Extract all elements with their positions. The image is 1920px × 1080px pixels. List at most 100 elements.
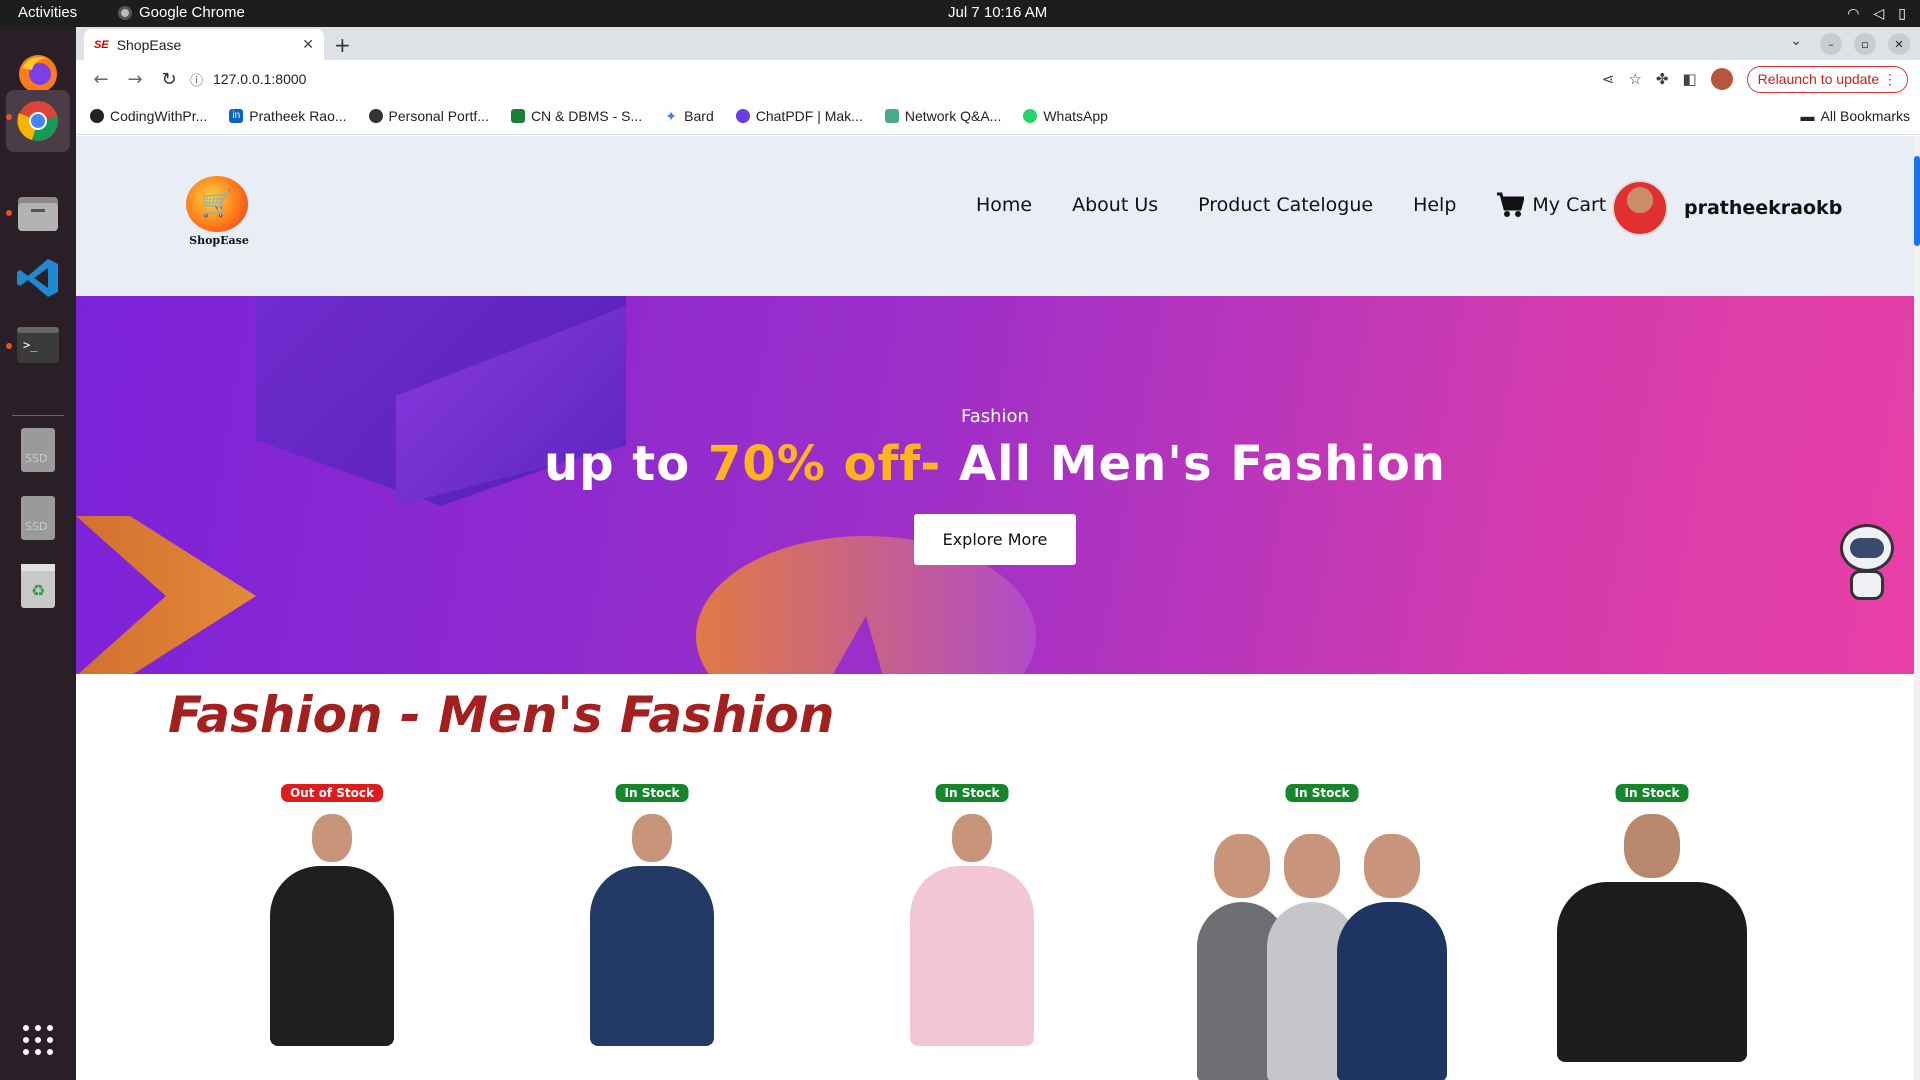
running-indicator (6, 210, 12, 216)
stock-badge: In Stock (1615, 784, 1689, 802)
svg-text:SSD: SSD (25, 452, 47, 465)
all-bookmarks-label: All Bookmarks (1820, 108, 1910, 124)
scroll-thumb[interactable] (1914, 156, 1920, 246)
ssd-drive-icon[interactable]: SSD (15, 495, 61, 541)
trash-icon[interactable]: ♻ (15, 563, 61, 609)
hero-category: Fashion (961, 406, 1029, 427)
bard-icon: ✦ (665, 108, 678, 124)
ssd-drive-icon[interactable]: SSD (15, 427, 61, 473)
address-bar[interactable]: ⓘ 127.0.0.1:8000 (176, 64, 1556, 94)
extensions-icon[interactable]: ✤ (1656, 70, 1669, 88)
svg-text:♻: ♻ (31, 581, 45, 600)
back-icon[interactable]: ← (92, 69, 110, 90)
bookmark-star-icon[interactable]: ☆ (1628, 70, 1641, 88)
site-logo[interactable]: 🛒 ShopEase (186, 176, 252, 247)
shopping-cart-logo-icon: 🛒 (186, 176, 248, 232)
files-icon[interactable] (15, 190, 61, 236)
system-tray[interactable]: ◠ ◁ ▯ (1847, 5, 1906, 22)
product-card[interactable]: Out of Stock (212, 784, 452, 1080)
product-image-navy-suit[interactable] (590, 814, 714, 1046)
bookmark-label: CN & DBMS - S... (530, 108, 643, 124)
dock: >_ SSD SSD ♻ (0, 27, 76, 1080)
bookmark-label: Personal Portf... (388, 108, 489, 124)
battery-icon: ▯ (1898, 5, 1906, 21)
running-indicator (6, 114, 12, 120)
terminal-icon[interactable]: >_ (15, 322, 61, 368)
bookmark-codingwithpr[interactable]: CodingWithPr... (90, 108, 207, 124)
site-header: 🛒 ShopEase Home About Us Product Catelog… (76, 136, 1914, 296)
nav-home[interactable]: Home (976, 194, 1032, 216)
product-image-pink-suit[interactable] (910, 814, 1034, 1046)
my-cart-link[interactable]: My Cart (1496, 192, 1606, 218)
bookmark-label: Pratheek Rao... (249, 108, 347, 124)
bookmark-personal-portfolio[interactable]: Personal Portf... (368, 108, 489, 124)
bookmark-label: WhatsApp (1043, 108, 1108, 124)
cart-label: My Cart (1532, 194, 1607, 216)
side-panel-icon[interactable]: ◧ (1682, 70, 1696, 88)
tab-search-icon[interactable]: ⌄ (1790, 33, 1802, 49)
stock-badge: In Stock (1285, 784, 1359, 802)
vscode-icon[interactable] (15, 255, 61, 301)
chatbot-robot-icon[interactable] (1834, 524, 1904, 604)
all-bookmarks-button[interactable]: ▬ All Bookmarks (1801, 108, 1910, 124)
classroom-icon (510, 109, 525, 123)
close-window-icon[interactable]: ✕ (1888, 33, 1910, 55)
robot-visor (1850, 538, 1884, 558)
site-info-icon[interactable]: ⓘ (190, 70, 203, 89)
bookmark-label: CodingWithPr... (110, 108, 208, 124)
chrome-small-icon (118, 5, 132, 20)
logo-text: ShopEase (189, 234, 249, 247)
product-card[interactable]: In Stock (1172, 784, 1472, 1080)
wifi-icon: ◠ (1847, 5, 1860, 21)
tab-shopease[interactable]: SE ShopEase ✕ (84, 29, 324, 60)
globe-icon (368, 109, 383, 123)
tab-favicon: SE (94, 38, 109, 51)
tab-title: ShopEase (116, 36, 182, 53)
product-image-tshirt-pack[interactable] (1197, 834, 1447, 1080)
page-scrollbar[interactable] (1914, 136, 1920, 1080)
bookmark-cn-dbms[interactable]: CN & DBMS - S... (510, 108, 643, 124)
bookmark-bard[interactable]: ✦ Bard (664, 108, 713, 124)
dock-separator (12, 415, 64, 416)
whatsapp-icon (1023, 109, 1038, 123)
maximize-icon[interactable]: ▫ (1854, 33, 1876, 55)
product-card[interactable]: In Stock (852, 784, 1092, 1080)
headline-discount: 70% off- (707, 436, 942, 492)
chatpdf-icon (735, 109, 750, 123)
main-nav: Home About Us Product Catelogue Help My … (976, 192, 1606, 218)
page-icon (884, 109, 899, 123)
new-tab-icon[interactable]: + (334, 33, 351, 57)
bookmark-chatpdf[interactable]: ChatPDF | Mak... (735, 108, 863, 124)
stock-badge: In Stock (615, 784, 689, 802)
user-menu[interactable]: pratheekraokb (1612, 180, 1842, 236)
product-card[interactable]: In Stock (532, 784, 772, 1080)
share-icon[interactable]: ⋖ (1602, 70, 1615, 88)
product-card[interactable]: In Stock (1532, 784, 1772, 1080)
bookmark-label: Network Q&A... (904, 108, 1002, 124)
relaunch-button[interactable]: Relaunch to update ⋮ (1746, 65, 1908, 93)
web-page: 🛒 ShopEase Home About Us Product Catelog… (76, 136, 1914, 1080)
chrome-icon[interactable] (6, 90, 70, 152)
activities-button[interactable]: Activities (18, 4, 77, 21)
show-apps-icon[interactable] (15, 1017, 61, 1063)
product-image-black-polo[interactable] (1557, 814, 1747, 1062)
robot-body (1850, 570, 1884, 600)
bookmark-whatsapp[interactable]: WhatsApp (1023, 108, 1108, 124)
toolbar: ← → ↻ ⓘ 127.0.0.1:8000 ⋖ ☆ ✤ ◧ Relaunch … (76, 60, 1920, 98)
nav-about-us[interactable]: About Us (1072, 194, 1158, 216)
bookmark-pratheek-rao[interactable]: in Pratheek Rao... (229, 108, 347, 124)
minimize-icon[interactable]: – (1820, 33, 1842, 55)
clock[interactable]: Jul 7 10:16 AM (948, 4, 1047, 21)
nav-help[interactable]: Help (1413, 194, 1456, 216)
active-app-indicator[interactable]: Google Chrome (118, 4, 245, 21)
nav-product-catelogue[interactable]: Product Catelogue (1198, 194, 1373, 216)
profile-avatar-icon[interactable] (1710, 68, 1733, 90)
explore-more-button[interactable]: Explore More (914, 514, 1076, 565)
svg-text:>_: >_ (23, 338, 38, 352)
product-image-black-suit[interactable] (270, 814, 394, 1046)
forward-icon[interactable]: → (126, 69, 144, 90)
bookmark-network-qa[interactable]: Network Q&A... (884, 108, 1002, 124)
close-tab-icon[interactable]: ✕ (302, 36, 314, 53)
hero-headline: up to 70% off- All Men's Fashion (76, 436, 1914, 492)
active-app-label: Google Chrome (139, 4, 245, 21)
